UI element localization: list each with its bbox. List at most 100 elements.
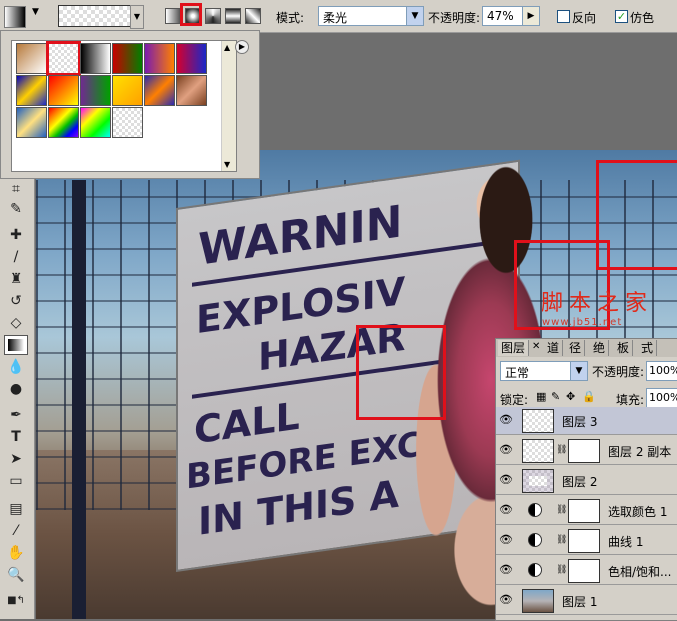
angle-gradient-icon[interactable] — [205, 8, 221, 24]
layer-row[interactable]: 👁 ⛓ 色相/饱和... — [496, 557, 677, 585]
adjustment-layer-icon — [528, 563, 542, 577]
tool-preset-dropdown-icon[interactable]: ▼ — [32, 7, 39, 17]
tab-styles[interactable]: 式 — [638, 340, 658, 356]
hand-tool-icon[interactable]: ✋ — [4, 543, 28, 563]
gradient-picker-dropdown-icon[interactable]: ▼ — [130, 5, 144, 29]
fill-value: 100% — [649, 391, 677, 404]
mask-link-icon[interactable]: ⛓ — [556, 445, 567, 455]
tab-paths[interactable]: 径 — [566, 340, 586, 356]
close-icon[interactable]: ✕ — [532, 341, 540, 352]
dodge-tool-icon[interactable]: ● — [4, 379, 28, 399]
scroll-down-icon[interactable]: ▼ — [224, 160, 230, 169]
tab-colors[interactable]: 绝 — [590, 340, 610, 356]
blur-tool-icon[interactable]: 💧 — [4, 357, 28, 377]
gradient-swatch[interactable] — [16, 43, 47, 74]
layer-thumbnail[interactable] — [522, 409, 554, 433]
mode-select[interactable]: 柔光 ▼ — [318, 6, 424, 26]
visibility-eye-icon[interactable]: 👁 — [498, 413, 514, 427]
crop-tool-icon[interactable]: ⌗ — [4, 179, 28, 199]
gradient-picker-panel: ▲ ▼ ▶ — [0, 30, 260, 179]
layer-row[interactable]: 👁 图层 2 — [496, 467, 677, 495]
gradient-swatch[interactable] — [144, 75, 175, 106]
visibility-eye-icon[interactable]: 👁 — [498, 443, 514, 457]
reflected-gradient-icon[interactable] — [225, 8, 241, 24]
tab-layers[interactable]: 图层 — [498, 340, 530, 356]
layer-thumbnail[interactable] — [522, 589, 554, 613]
chevron-down-icon: ▼ — [406, 7, 423, 25]
eraser-tool-icon[interactable]: ◇ — [4, 313, 28, 333]
opacity-input[interactable]: 47% ▶ — [482, 6, 540, 26]
gradient-swatch[interactable] — [144, 43, 175, 74]
gradient-swatch[interactable] — [80, 107, 111, 138]
tab-swatches[interactable]: 板 — [614, 340, 634, 356]
gradient-swatch[interactable] — [48, 75, 79, 106]
gradient-swatch[interactable] — [46, 41, 81, 76]
gradient-swatch[interactable] — [112, 75, 143, 106]
layer-row[interactable]: 👁 ⛓ 曲线 1 — [496, 527, 677, 555]
picker-menu-icon[interactable]: ▶ — [235, 40, 249, 54]
eyedropper-icon[interactable]: ⁄ — [4, 521, 28, 541]
gradient-tool-icon[interactable] — [4, 335, 28, 355]
gradient-swatch[interactable] — [16, 107, 47, 138]
highlight-box — [356, 325, 446, 420]
type-tool-icon[interactable]: T — [4, 427, 28, 447]
slice-tool-icon[interactable]: ✎ — [4, 199, 28, 219]
opacity-value: 47% — [487, 9, 514, 23]
pen-tool-icon[interactable]: ✒ — [4, 405, 28, 425]
visibility-eye-icon[interactable]: 👁 — [498, 563, 514, 577]
layer-row[interactable]: 👁 ⛓ 图层 2 副本 — [496, 437, 677, 465]
rectangle-tool-icon[interactable]: ▭ — [4, 471, 28, 491]
fill-input[interactable]: 100% — [646, 388, 677, 408]
mask-link-icon[interactable]: ⛓ — [556, 505, 567, 515]
reverse-checkbox[interactable] — [557, 10, 570, 23]
layer-row[interactable]: 👁 图层 1 — [496, 587, 677, 615]
gradient-swatch[interactable] — [80, 43, 111, 74]
zoom-tool-icon[interactable]: 🔍 — [4, 565, 28, 585]
gradient-swatch[interactable] — [48, 107, 79, 138]
clone-stamp-icon[interactable]: ♜ — [4, 269, 28, 289]
dither-checkbox[interactable]: ✓ — [615, 10, 628, 23]
linear-gradient-icon[interactable] — [165, 8, 181, 24]
scrollbar[interactable]: ▲ ▼ — [221, 41, 236, 171]
layer-mask-thumbnail[interactable] — [568, 439, 600, 463]
lock-all-icon[interactable]: 🔒 — [582, 390, 596, 403]
layer-mask-thumbnail[interactable] — [568, 559, 600, 583]
visibility-eye-icon[interactable]: 👁 — [498, 473, 514, 487]
gradient-swatch[interactable] — [112, 43, 143, 74]
tool-preset-picker[interactable] — [4, 6, 26, 28]
gradient-swatch[interactable] — [176, 43, 207, 74]
diamond-gradient-icon[interactable] — [245, 8, 261, 24]
scroll-up-icon[interactable]: ▲ — [224, 43, 230, 52]
lock-transparency-icon[interactable]: ▦ — [536, 390, 546, 403]
color-swatches-icon[interactable]: ■↰ — [4, 591, 28, 611]
layer-row[interactable]: 👁 ⛓ 选取颜色 1 — [496, 497, 677, 525]
brush-tool-icon[interactable]: / — [4, 247, 28, 267]
mask-link-icon[interactable]: ⛓ — [556, 535, 567, 545]
gradient-swatch[interactable] — [112, 107, 143, 138]
chevron-right-icon[interactable]: ▶ — [522, 7, 539, 25]
lock-position-icon[interactable]: ✥ — [566, 390, 575, 403]
visibility-eye-icon[interactable]: 👁 — [498, 533, 514, 547]
lock-label: 锁定: — [500, 393, 529, 407]
gradient-swatch[interactable] — [176, 75, 207, 106]
visibility-eye-icon[interactable]: 👁 — [498, 593, 514, 607]
healing-brush-icon[interactable]: ✚ — [4, 225, 28, 245]
tab-channels[interactable]: 道 — [544, 340, 564, 356]
layer-mask-thumbnail[interactable] — [568, 499, 600, 523]
blend-mode-select[interactable]: 正常 ▼ — [500, 361, 588, 381]
layer-name: 图层 1 — [562, 595, 598, 609]
gradient-swatch[interactable] — [16, 75, 47, 106]
path-selection-icon[interactable]: ➤ — [4, 449, 28, 469]
layer-row[interactable]: 👁 图层 3 — [496, 407, 677, 435]
mode-label: 模式: — [276, 11, 305, 25]
layer-opacity-input[interactable]: 100% — [646, 361, 677, 381]
lock-pixels-icon[interactable]: ✎ — [551, 390, 560, 403]
gradient-swatch[interactable] — [80, 75, 111, 106]
visibility-eye-icon[interactable]: 👁 — [498, 503, 514, 517]
layer-thumbnail[interactable] — [522, 439, 554, 463]
layer-mask-thumbnail[interactable] — [568, 529, 600, 553]
layer-thumbnail[interactable] — [522, 469, 554, 493]
mask-link-icon[interactable]: ⛓ — [556, 565, 567, 575]
history-brush-icon[interactable]: ↺ — [4, 291, 28, 311]
notes-tool-icon[interactable]: ▤ — [4, 499, 28, 519]
